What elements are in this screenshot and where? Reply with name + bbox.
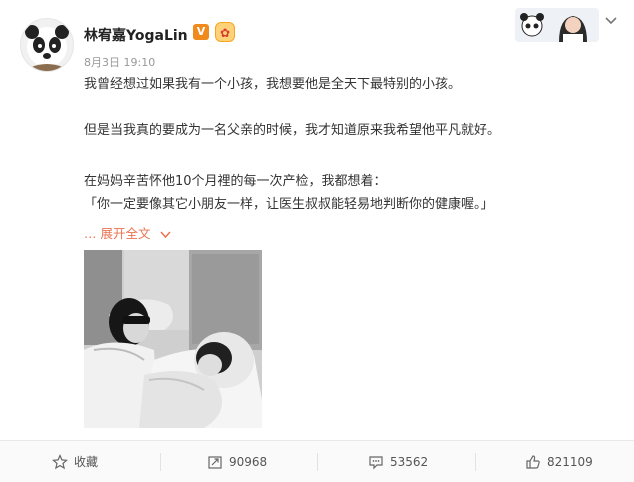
sticker-card <box>515 8 599 42</box>
post-time: 19:10 <box>123 56 156 69</box>
repost-count: 90968 <box>229 454 268 469</box>
chevron-down-icon <box>160 227 172 242</box>
comment-icon <box>369 455 383 469</box>
avatar[interactable] <box>20 18 74 72</box>
favorite-label: 收藏 <box>74 455 99 469</box>
divider <box>317 453 318 471</box>
medal-icon[interactable]: ✿ <box>215 22 235 42</box>
weibo-post-card: 林宥嘉YogaLin V ✿ 8月3日 19:10 我曾经想过如果我有一个小孩，… <box>0 0 634 482</box>
repost-icon <box>208 455 222 469</box>
divider <box>160 453 161 471</box>
repost-button[interactable]: 90968 <box>207 441 267 482</box>
star-icon <box>52 453 68 469</box>
post-timestamp[interactable]: 8月3日 19:10 <box>84 54 155 70</box>
favorite-button[interactable]: 收藏 <box>52 441 98 482</box>
comment-count: 53562 <box>390 454 429 469</box>
post-photo[interactable] <box>84 250 262 428</box>
author-name[interactable]: 林宥嘉YogaLin <box>84 25 188 45</box>
thumbs-up-icon <box>526 454 540 469</box>
more-ellipsis: … <box>84 226 97 241</box>
comment-button[interactable]: 53562 <box>368 441 428 482</box>
chevron-down-icon[interactable] <box>603 13 619 29</box>
verified-badge: V <box>193 24 209 40</box>
divider <box>475 453 476 471</box>
post-text-line-1: 我曾经想过如果我有一个小孩，我想要他是全天下最特别的小孩。 <box>84 77 462 92</box>
like-button[interactable]: 821109 <box>525 441 593 482</box>
expand-full-text-link[interactable]: … 展开全文 <box>84 223 172 242</box>
action-bar: 收藏 90968 53562 821109 <box>0 440 634 482</box>
post-text-line-4: 「你一定要像其它小朋友一样，让医生叔叔能轻易地判断你的健康喔。」 <box>84 197 494 212</box>
like-count: 821109 <box>547 454 593 469</box>
panda-avatar-icon <box>25 25 69 71</box>
post-date: 8月3日 <box>84 56 120 69</box>
expand-label: 展开全文 <box>100 226 151 241</box>
post-text-line-3: 在妈妈辛苦怀他10个月裡的每一次产检，我都想着： <box>84 174 387 189</box>
panda-sticker-icon <box>520 13 587 42</box>
post-text-line-2: 但是当我真的要成为一名父亲的时候，我才知道原来我希望他平凡就好。 <box>84 123 501 138</box>
